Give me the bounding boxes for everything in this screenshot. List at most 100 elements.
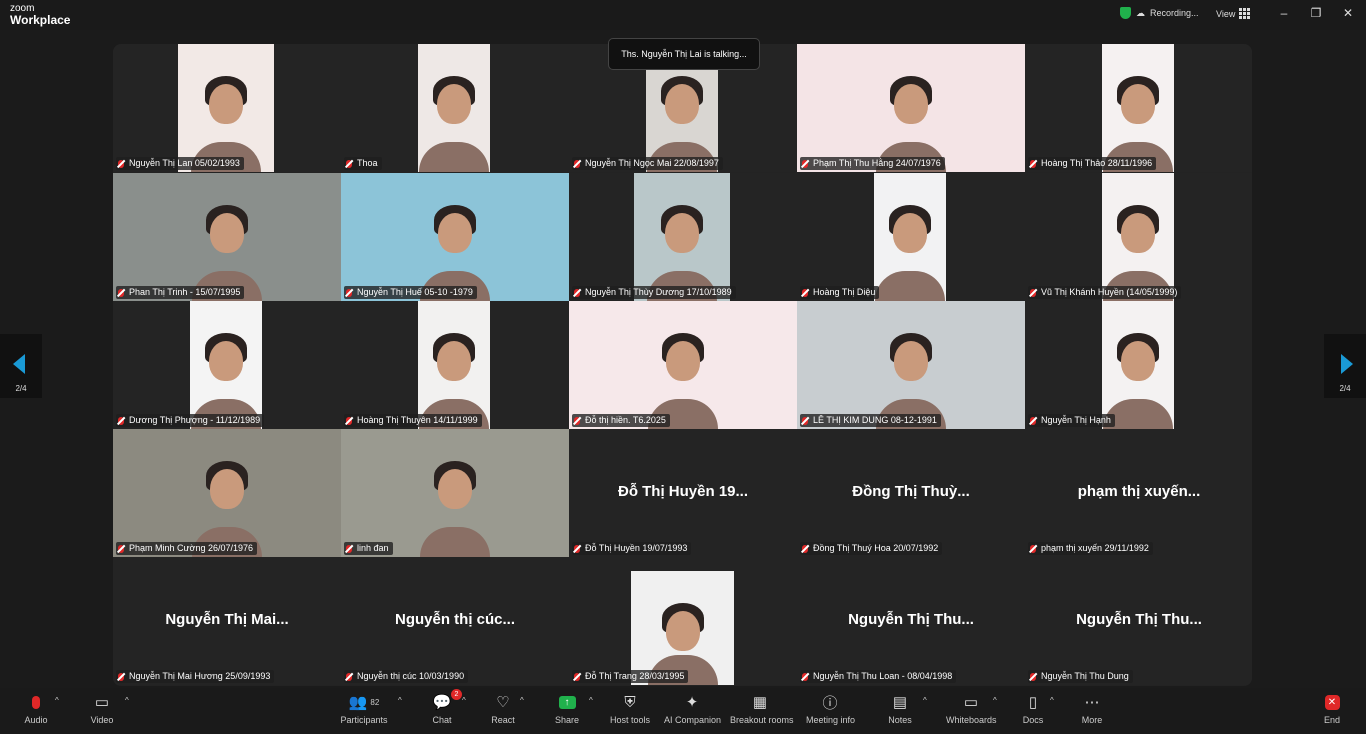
participant-tile[interactable]: Nguyễn Thị Thùy Dương 17/10/1989 [569, 173, 797, 301]
participant-name-label: Đỗ Thị Trang 28/03/1995 [572, 670, 689, 683]
participant-tile[interactable]: Dương Thị Phượng - 11/12/1989 [113, 301, 341, 429]
sparkle-icon: ✦ [685, 694, 699, 711]
participant-tile[interactable]: Đồng Thị Thuỳ... Đồng Thị Thuý Hoa 20/07/… [797, 429, 1025, 557]
notes-button[interactable]: ▤ Notes [886, 692, 914, 725]
participant-name-label: Phạm Minh Cường 26/07/1976 [116, 542, 258, 555]
participant-name: Nguyễn Thị Huế 05-10 -1979 [357, 287, 473, 297]
notes-caret-icon[interactable]: ^ [923, 696, 927, 705]
participant-tile[interactable]: Phạm Thị Thu Hằng 24/07/1976 [797, 44, 1025, 172]
video-button[interactable]: ▭ Video [86, 692, 118, 725]
next-page-button[interactable]: 2/4 [1324, 334, 1366, 398]
participant-tile[interactable]: LÊ THỊ KIM DUNG 08-12-1991 [797, 301, 1025, 429]
breakout-grid-icon: ▦ [752, 694, 768, 711]
mic-muted-icon [118, 672, 124, 681]
mic-muted-icon [346, 672, 352, 681]
share-button[interactable]: ↑ Share [552, 692, 582, 725]
participant-name: Phan Thị Trinh - 15/07/1995 [129, 287, 241, 297]
participant-tile[interactable]: Nguyễn Thị Hạnh [1025, 301, 1252, 429]
participant-tile[interactable]: Hoàng Thị Diệu [797, 173, 1025, 301]
whiteboards-button[interactable]: ▭ Whiteboards [946, 692, 997, 725]
chat-icon: 💬 2 [428, 689, 462, 712]
grid-view-icon [1239, 8, 1251, 19]
participant-name-label: Nguyễn Thị Hạnh [1028, 414, 1115, 427]
ai-companion-button[interactable]: ✦ AI Companion [664, 692, 721, 725]
participant-tile[interactable]: Nguyễn Thị Mai... Nguyễn Thị Mai Hương 25… [113, 557, 341, 685]
participant-tile[interactable]: Phan Thị Trinh - 15/07/1995 [113, 173, 341, 301]
minimize-icon[interactable]: – [1274, 6, 1294, 20]
chat-button[interactable]: 💬 2 Chat [428, 689, 462, 725]
mic-muted-icon [118, 544, 124, 553]
participant-tile[interactable]: Nguyễn Thị Lan 05/02/1993 [113, 44, 341, 172]
mic-muted-icon [118, 159, 124, 168]
audio-caret-icon[interactable]: ^ [55, 696, 59, 705]
participant-name-label: Nguyễn Thị Thu Dung [1028, 670, 1133, 683]
react-button[interactable]: ♡ React [488, 692, 518, 725]
participant-tile[interactable]: Hoàng Thị Thảo 28/11/1996 [1025, 44, 1252, 172]
participant-name: phạm thị xuyến 29/11/1992 [1041, 543, 1149, 553]
participant-tile[interactable]: Nguyễn Thị Thu... Nguyễn Thị Thu Loan - 0… [797, 557, 1025, 685]
react-caret-icon[interactable]: ^ [520, 696, 524, 705]
participant-name-label: Nguyễn Thị Lan 05/02/1993 [116, 157, 244, 170]
end-button[interactable]: ✕ End [1318, 692, 1346, 725]
participant-tile[interactable]: Hoàng Thị Thuyên 14/11/1999 [341, 301, 569, 429]
participant-tile[interactable]: Nguyễn thị cúc... Nguyễn thị cúc 10/03/19… [341, 557, 569, 685]
participant-tile[interactable]: Đỗ Thị Huyền 19... Đỗ Thị Huyền 19/07/199… [569, 429, 797, 557]
notes-icon: ▤ [892, 694, 908, 711]
prev-page-button[interactable]: 2/4 [0, 334, 42, 398]
participant-tile[interactable]: Đỗ Thị Trang 28/03/1995 [569, 557, 797, 685]
participant-name-label: Hoàng Thị Diệu [800, 286, 880, 299]
participant-tile[interactable]: Đỗ thị hiền. T6.2025 [569, 301, 797, 429]
participant-video [190, 301, 262, 429]
mic-muted-icon [802, 416, 808, 425]
recording-indicator[interactable]: ☁ Recording... [1120, 7, 1199, 19]
breakout-rooms-label: Breakout rooms [730, 715, 794, 725]
whiteboards-caret-icon[interactable]: ^ [993, 696, 997, 705]
participants-caret-icon[interactable]: ^ [398, 696, 402, 705]
breakout-rooms-button[interactable]: ▦ Breakout rooms [730, 692, 794, 725]
participant-name-label: phạm thị xuyến 29/11/1992 [1028, 542, 1153, 555]
meeting-info-button[interactable]: ⓘ Meeting info [806, 692, 855, 726]
participants-label: Participants [340, 715, 388, 725]
participant-tile[interactable]: Vũ Thị Khánh Huyền (14/05/1999) [1025, 173, 1252, 301]
mic-muted-icon [118, 288, 124, 297]
participant-name: Hoàng Thị Thảo 28/11/1996 [1041, 158, 1153, 168]
docs-button[interactable]: ▯ Docs [1020, 692, 1046, 725]
participant-tile[interactable]: Phạm Minh Cường 26/07/1976 [113, 429, 341, 557]
mic-muted-icon [346, 288, 352, 297]
mic-muted-icon [574, 159, 580, 168]
participant-video [797, 301, 1025, 429]
participant-tile[interactable]: Thoa [341, 44, 569, 172]
participant-video [418, 301, 490, 429]
participant-tile[interactable]: linh đan [341, 429, 569, 557]
participant-name-label: linh đan [344, 542, 393, 555]
page-indicator-right: 2/4 [1339, 384, 1351, 393]
mic-muted-icon [802, 288, 808, 297]
close-icon[interactable]: ✕ [1338, 6, 1358, 20]
participant-tile[interactable]: phạm thị xuyến... phạm thị xuyến 29/11/19… [1025, 429, 1252, 557]
chat-caret-icon[interactable]: ^ [462, 696, 466, 705]
participant-video [341, 173, 569, 301]
mic-muted-icon [1030, 544, 1036, 553]
participant-name: Nguyễn Thị Lan 05/02/1993 [129, 158, 240, 168]
participant-tile[interactable]: Nguyễn Thị Huế 05-10 -1979 [341, 173, 569, 301]
audio-button[interactable]: Audio [20, 692, 52, 725]
participants-button[interactable]: 👥 82 Participants [338, 692, 390, 725]
participant-tile[interactable]: Nguyễn Thị Thu... Nguyễn Thị Thu Dung [1025, 557, 1252, 685]
participant-name: Đỗ thị hiền. T6.2025 [585, 415, 666, 425]
mic-muted-icon [346, 159, 352, 168]
view-button[interactable]: View [1216, 8, 1251, 19]
video-caret-icon[interactable]: ^ [125, 696, 129, 705]
host-tools-button[interactable]: ⛨ Host tools [610, 692, 650, 726]
restore-icon[interactable]: ❐ [1306, 6, 1326, 20]
title-bar: zoom Workplace ☁ Recording... View – ❐ ✕ [0, 0, 1366, 30]
docs-caret-icon[interactable]: ^ [1050, 696, 1054, 705]
mic-muted-icon [802, 159, 808, 168]
participant-name-label: Đỗ Thị Huyền 19/07/1993 [572, 542, 692, 555]
video-gallery: Nguyễn Thị Lan 05/02/1993 Thoa Nguyễn Thị … [113, 44, 1252, 686]
participant-name: Vũ Thị Khánh Huyền (14/05/1999) [1041, 287, 1178, 297]
more-button[interactable]: ⋯ More [1078, 692, 1106, 725]
participant-name: LÊ THỊ KIM DUNG 08-12-1991 [813, 415, 937, 425]
shield-icon [1120, 7, 1131, 19]
share-caret-icon[interactable]: ^ [589, 696, 593, 705]
participant-video [341, 429, 569, 557]
